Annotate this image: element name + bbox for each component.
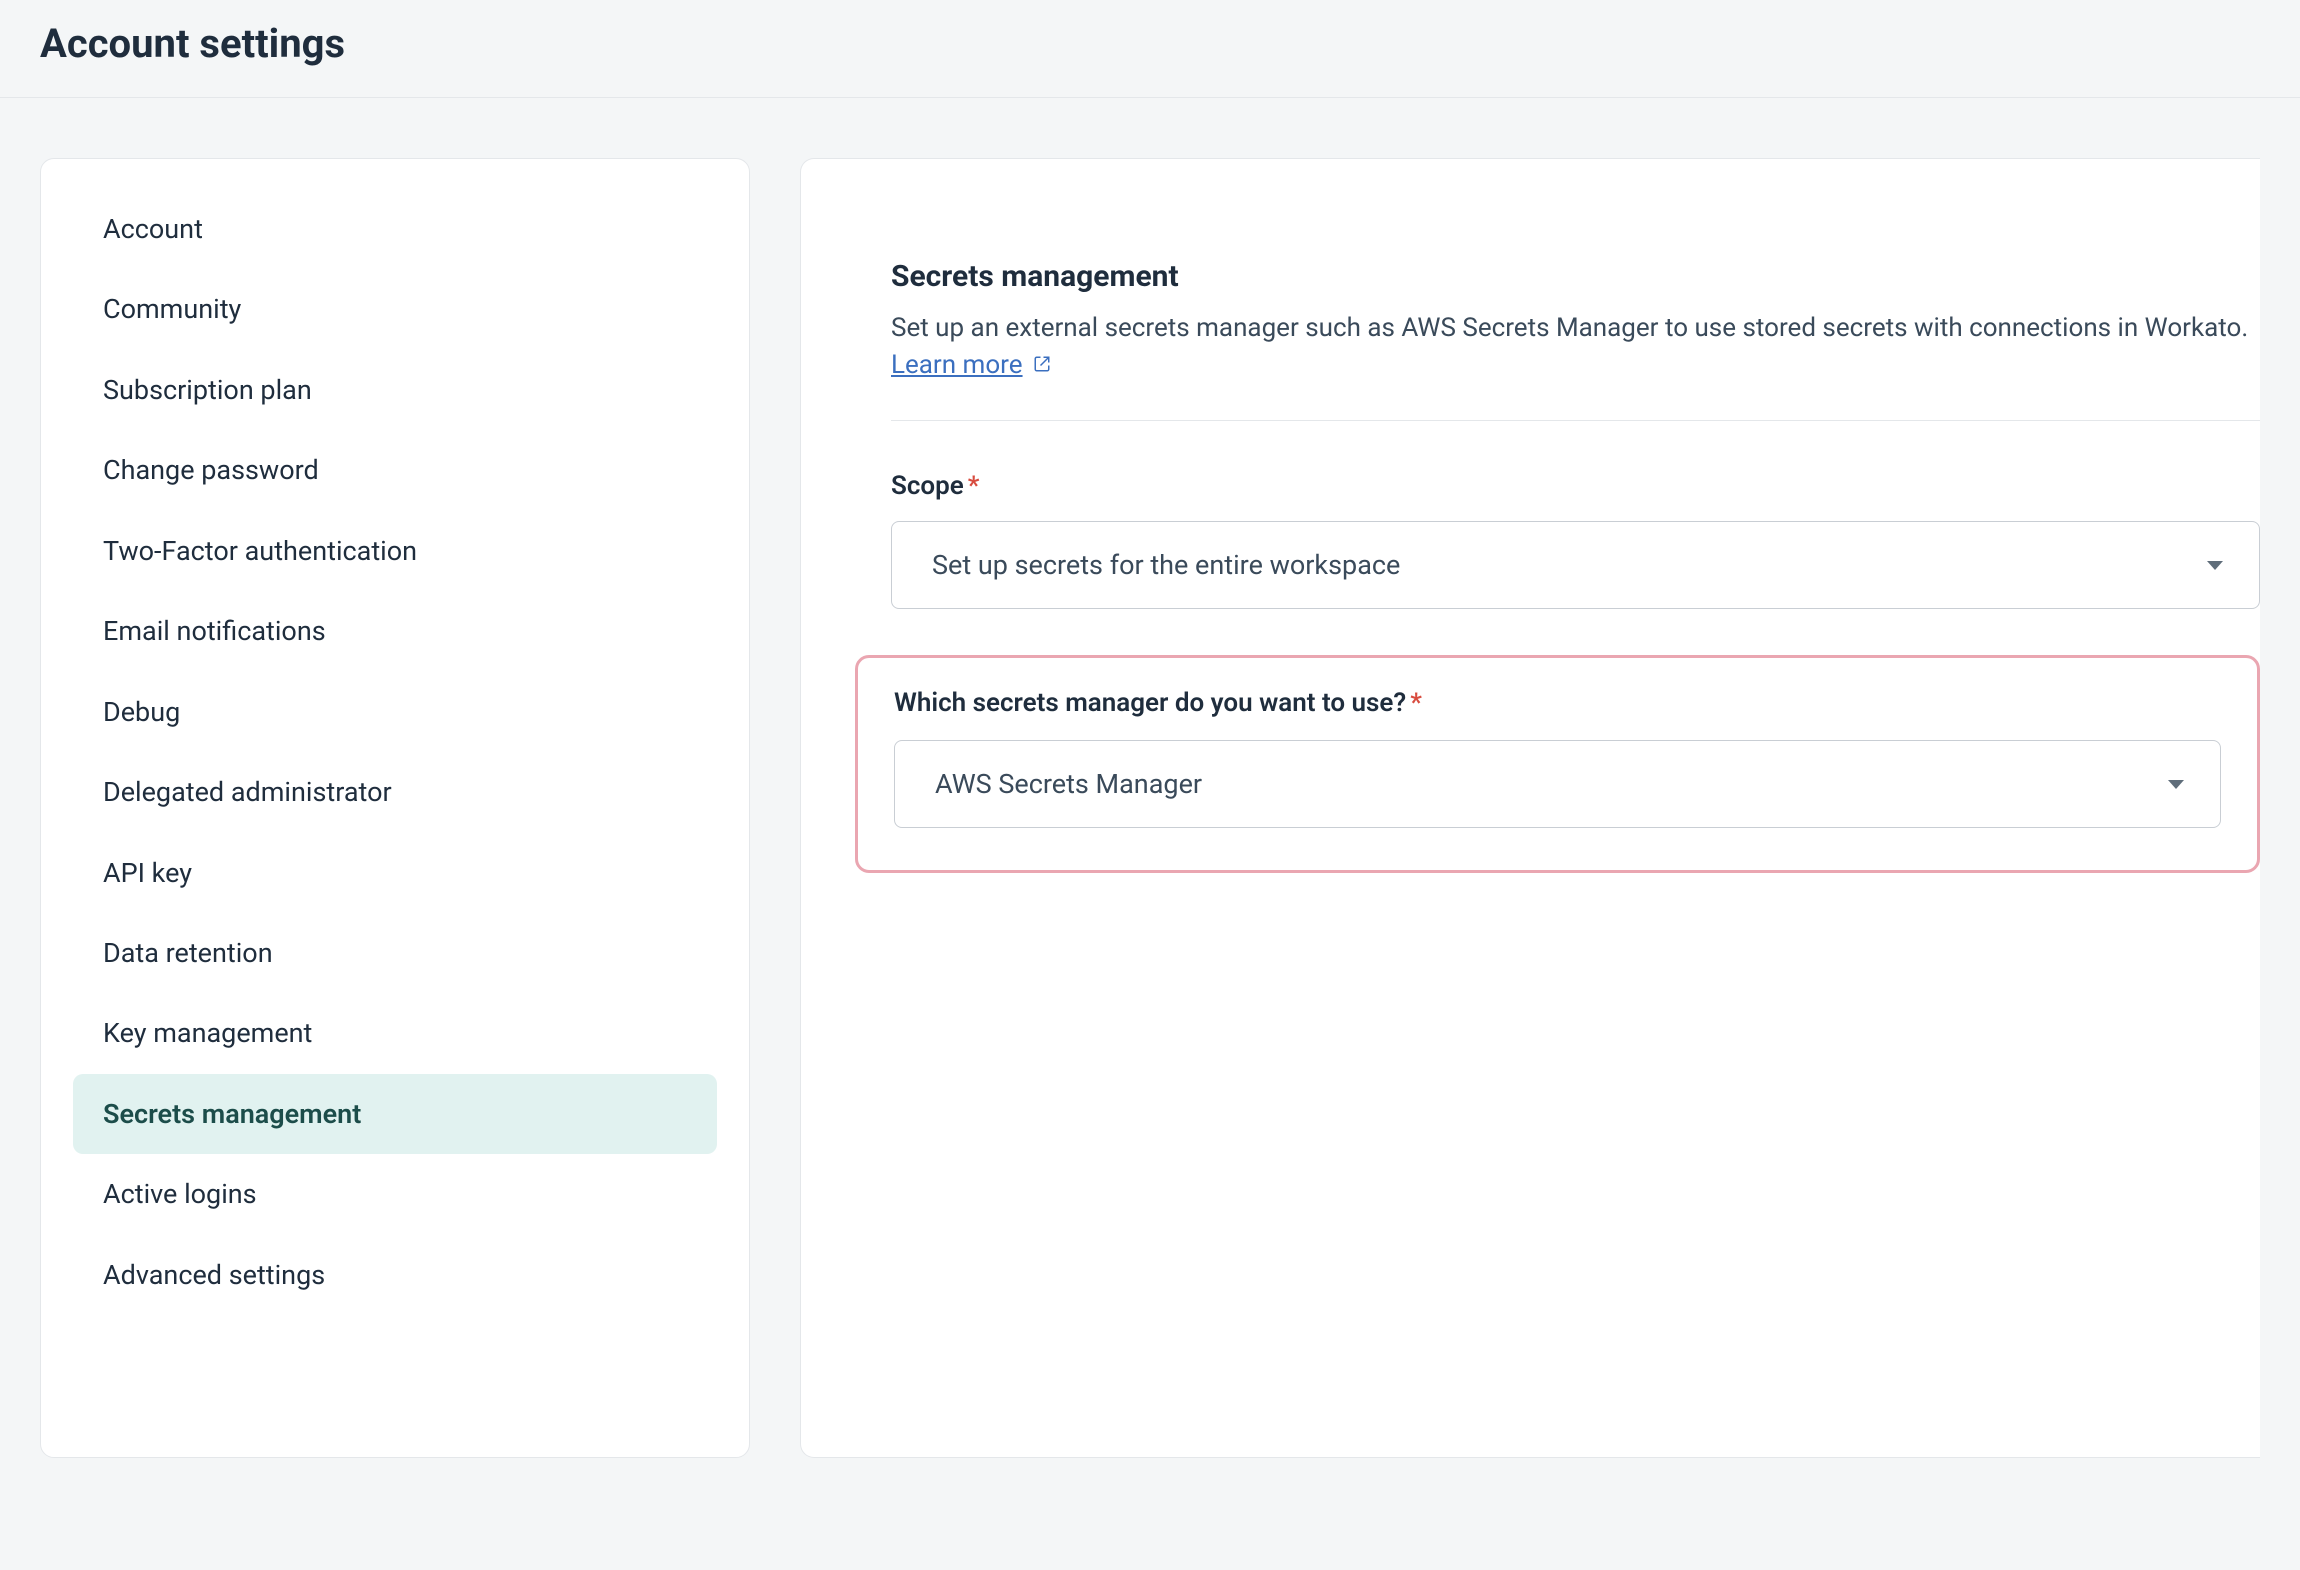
sidebar-item-label: Debug — [103, 696, 180, 728]
required-indicator: * — [968, 471, 980, 501]
secrets-manager-label: Which secrets manager do you want to use… — [894, 688, 2221, 718]
main-panel: Secrets management Set up an external se… — [800, 158, 2260, 1458]
sidebar-item-label: Secrets management — [103, 1098, 361, 1130]
sidebar-item-two-factor-authentication[interactable]: Two-Factor authentication — [73, 511, 717, 591]
sidebar-item-label: Community — [103, 293, 241, 325]
sidebar-item-api-key[interactable]: API key — [73, 833, 717, 913]
sidebar-item-delegated-administrator[interactable]: Delegated administrator — [73, 752, 717, 832]
sidebar-item-label: Account — [103, 213, 203, 245]
page-title: Account settings — [0, 0, 2300, 97]
learn-more-label: Learn more — [891, 350, 1023, 380]
section-separator — [891, 420, 2260, 421]
sidebar-item-change-password[interactable]: Change password — [73, 430, 717, 510]
sidebar-item-secrets-management[interactable]: Secrets management — [73, 1074, 717, 1154]
sidebar-item-label: Data retention — [103, 937, 273, 969]
settings-sidebar: Account Community Subscription plan Change … — [40, 158, 750, 1458]
sidebar-item-label: Email notifications — [103, 615, 326, 647]
sidebar-item-advanced-settings[interactable]: Advanced settings — [73, 1235, 717, 1315]
chevron-down-icon — [2207, 561, 2223, 570]
sidebar-item-account[interactable]: Account — [73, 189, 717, 269]
sidebar-item-label: Advanced settings — [103, 1259, 325, 1291]
secrets-manager-select-value: AWS Secrets Manager — [935, 768, 1202, 800]
secrets-manager-highlight: Which secrets manager do you want to use… — [855, 655, 2260, 873]
required-indicator: * — [1410, 688, 1422, 718]
sidebar-item-label: Delegated administrator — [103, 776, 392, 808]
secrets-manager-label-text: Which secrets manager do you want to use… — [894, 688, 1406, 718]
learn-more-link[interactable]: Learn more — [891, 350, 1051, 380]
section-heading: Secrets management — [891, 259, 2260, 294]
scope-label: Scope* — [891, 471, 2260, 501]
sidebar-item-key-management[interactable]: Key management — [73, 993, 717, 1073]
scope-label-text: Scope — [891, 471, 964, 501]
sidebar-item-debug[interactable]: Debug — [73, 672, 717, 752]
sidebar-item-label: Two-Factor authentication — [103, 535, 417, 567]
sidebar-item-label: Change password — [103, 454, 319, 486]
chevron-down-icon — [2168, 780, 2184, 789]
sidebar-item-community[interactable]: Community — [73, 269, 717, 349]
sidebar-item-label: Subscription plan — [103, 374, 312, 406]
header-divider — [0, 97, 2300, 98]
section-description: Set up an external secrets manager such … — [891, 308, 2260, 348]
secrets-manager-select[interactable]: AWS Secrets Manager — [894, 740, 2221, 828]
scope-select[interactable]: Set up secrets for the entire workspace — [891, 521, 2260, 609]
sidebar-item-label: Key management — [103, 1017, 312, 1049]
sidebar-item-label: Active logins — [103, 1178, 257, 1210]
sidebar-item-label: API key — [103, 857, 192, 889]
external-link-icon — [1033, 350, 1051, 380]
sidebar-item-subscription-plan[interactable]: Subscription plan — [73, 350, 717, 430]
scope-field-block: Scope* Set up secrets for the entire wor… — [891, 471, 2260, 609]
sidebar-item-active-logins[interactable]: Active logins — [73, 1154, 717, 1234]
scope-select-value: Set up secrets for the entire workspace — [932, 549, 1400, 581]
sidebar-item-data-retention[interactable]: Data retention — [73, 913, 717, 993]
sidebar-item-email-notifications[interactable]: Email notifications — [73, 591, 717, 671]
